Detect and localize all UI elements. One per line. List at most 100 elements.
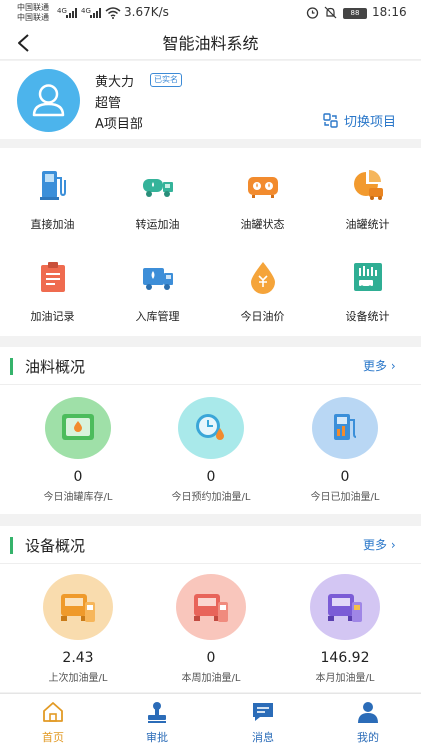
equipment-overview-section: 设备概况 更多 › 2.43 上次加油量/L 0 本周加油量/L 146.92 … [0, 526, 421, 692]
tab-mine[interactable]: 我的 [333, 700, 403, 745]
page-title: 智能油料系统 [162, 34, 259, 53]
mute-bell-icon [324, 6, 337, 19]
alarm-icon [306, 7, 319, 19]
stat-value: 0 [73, 469, 83, 485]
fuel-pump-chart-icon [334, 414, 357, 440]
stat-label: 本周加油量/L [181, 673, 241, 684]
clock: 18:16 [372, 5, 407, 19]
stat-last-refuel[interactable]: 2.43 上次加油量/L [8, 574, 148, 684]
section-header: 设备概况 更多 › [0, 526, 421, 564]
menu-label: 油罐统计 [345, 218, 390, 231]
section-accent-bar [10, 537, 13, 554]
more-label: 更多 [363, 538, 388, 552]
tank-statistics-icon [353, 170, 383, 200]
stat-month-refuel[interactable]: 146.92 本月加油量/L [275, 574, 415, 684]
profile-card: 黄大力 已实名 超管 A项目部 切换项目 [0, 61, 421, 139]
stat-reserved-refuel[interactable]: 0 今日预约加油量/L [141, 397, 281, 503]
fuel-overview-section: 油料概况 更多 › 0 今日油罐库存/L 0 今日预约加油量/L 0 今日已加油… [0, 347, 421, 514]
menu-item-equipment-statistics[interactable]: 设备统计 [315, 260, 420, 324]
menu-label: 直接加油 [30, 218, 75, 231]
equipment-statistics-icon [353, 263, 382, 291]
stat-icon-circle [176, 574, 246, 640]
stamp-icon [148, 702, 166, 723]
menu-item-oil-price[interactable]: 今日油价 [210, 260, 315, 324]
stat-label: 今日油罐库存/L [43, 492, 113, 503]
menu-item-tank-statistics[interactable]: 油罐统计 [315, 168, 420, 232]
switch-project-label: 切换项目 [344, 115, 397, 130]
tab-label: 审批 [146, 731, 168, 744]
verified-badge: 已实名 [150, 73, 182, 87]
more-link[interactable]: 更多 › [363, 357, 396, 374]
stat-icon-circle [312, 397, 378, 459]
clipboard-record-icon [40, 262, 65, 292]
stat-value: 0 [340, 469, 350, 485]
stat-icon-circle [178, 397, 244, 459]
truck-fuel-icon [328, 594, 362, 622]
home-icon [43, 702, 63, 722]
menu-label: 设备统计 [345, 310, 390, 323]
stat-value: 0 [206, 469, 216, 485]
tank-stock-icon [62, 414, 94, 440]
oil-price-drop-icon [250, 262, 275, 294]
signal-2-icon [90, 8, 101, 18]
stat-label: 今日已加油量/L [310, 492, 380, 503]
message-icon [253, 703, 273, 721]
tanker-truck-icon [142, 179, 173, 197]
tab-messages[interactable]: 消息 [228, 700, 298, 745]
stat-icon-circle [45, 397, 111, 459]
stat-tank-stock[interactable]: 0 今日油罐库存/L [8, 397, 148, 503]
status-bar: 中国联通 中国联通 4G 4G 3.67K/s 88 18:16 [0, 0, 421, 26]
fuel-pump-icon [39, 171, 66, 200]
menu-label: 加油记录 [30, 310, 75, 323]
more-link[interactable]: 更多 › [363, 536, 396, 553]
menu-label: 入库管理 [135, 310, 180, 323]
avatar[interactable] [17, 69, 80, 132]
stat-label: 上次加油量/L [48, 673, 108, 684]
bottom-tab-bar: 首页 审批 消息 我的 [0, 693, 421, 750]
tab-label: 首页 [42, 731, 64, 744]
user-name: 黄大力 [95, 75, 135, 90]
stat-value: 0 [206, 650, 216, 666]
tab-label: 我的 [357, 731, 379, 744]
stat-refueled-today[interactable]: 0 今日已加油量/L [275, 397, 415, 503]
section-title: 设备概况 [25, 537, 86, 555]
wifi-icon [105, 7, 121, 19]
stat-value: 2.43 [62, 650, 94, 666]
signal-1-icon [66, 8, 77, 18]
clock-reservation-icon [196, 414, 224, 440]
menu-label: 油罐状态 [240, 218, 285, 231]
switch-project-button[interactable]: 切换项目 [323, 111, 396, 130]
project-name: A项目部 [95, 117, 143, 132]
more-label: 更多 [363, 359, 388, 373]
stat-value: 146.92 [320, 650, 370, 666]
tank-status-icon [247, 177, 278, 198]
function-menu: 直接加油 转运加油 油罐状态 油罐统计 加油记录 入库管理 今日油价 设备统计 [0, 148, 421, 336]
stat-icon-circle [43, 574, 113, 640]
user-role: 超管 [95, 96, 122, 111]
stat-week-refuel[interactable]: 0 本周加油量/L [141, 574, 281, 684]
title-bar: 智能油料系统 [0, 26, 421, 60]
tab-approval[interactable]: 审批 [122, 700, 192, 745]
menu-item-tank-status[interactable]: 油罐状态 [210, 168, 315, 232]
menu-item-direct-refuel[interactable]: 直接加油 [0, 168, 105, 232]
menu-label: 今日油价 [240, 310, 285, 323]
menu-item-transfer-refuel[interactable]: 转运加油 [105, 168, 210, 232]
tab-label: 消息 [252, 731, 274, 744]
battery-indicator: 88 [343, 8, 367, 19]
net-speed: 3.67K/s [124, 5, 169, 19]
section-title: 油料概况 [25, 358, 86, 376]
user-avatar-icon [32, 84, 65, 117]
truck-fuel-icon [194, 594, 228, 622]
truck-fuel-icon [61, 594, 95, 622]
storage-truck-icon [142, 268, 173, 290]
stat-icon-circle [310, 574, 380, 640]
carrier-2: 中国联通 [17, 13, 49, 22]
menu-label: 转运加油 [135, 218, 180, 231]
tab-home[interactable]: 首页 [18, 700, 88, 745]
switch-icon [323, 113, 338, 128]
carrier-labels: 中国联通 中国联通 [17, 3, 49, 23]
section-accent-bar [10, 358, 13, 375]
menu-item-storage-management[interactable]: 入库管理 [105, 260, 210, 324]
menu-item-refuel-record[interactable]: 加油记录 [0, 260, 105, 324]
stat-label: 今日预约加油量/L [171, 492, 251, 503]
